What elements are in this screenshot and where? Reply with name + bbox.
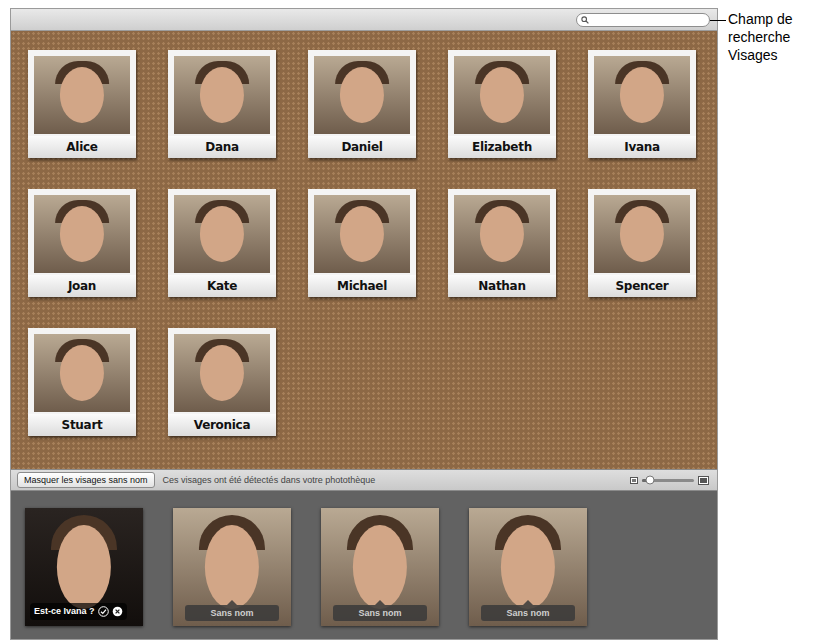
face-photo — [454, 56, 550, 134]
face-name: Michael — [337, 280, 387, 292]
face-name: Dana — [205, 141, 239, 153]
faces-search-field[interactable] — [576, 13, 710, 27]
face-card[interactable]: Joan — [28, 189, 136, 297]
face-photo — [314, 56, 410, 134]
small-thumb-icon — [630, 477, 638, 484]
face-label: Alice — [28, 136, 136, 158]
face-shape — [501, 525, 555, 610]
face-shape — [200, 206, 244, 262]
face-shape — [60, 345, 104, 401]
face-shape — [340, 67, 384, 123]
face-photo — [594, 56, 690, 134]
reject-icon[interactable] — [112, 606, 123, 617]
face-name: Nathan — [478, 280, 525, 292]
face-card[interactable]: Spencer — [588, 189, 696, 297]
face-photo — [314, 195, 410, 273]
face-shape — [480, 206, 524, 262]
face-shape — [620, 206, 664, 262]
face-name: Stuart — [62, 419, 103, 431]
top-bar — [11, 9, 717, 31]
callout-line — [710, 20, 726, 21]
hide-unnamed-label: Masquer les visages sans nom — [24, 476, 148, 485]
face-label: Daniel — [308, 136, 416, 158]
face-label: Kate — [168, 275, 276, 297]
unnamed-label: Sans nom — [358, 609, 401, 618]
face-label: Spencer — [588, 275, 696, 297]
unnamed-face[interactable]: Sans nom — [173, 508, 291, 626]
face-name: Veronica — [194, 419, 250, 431]
face-photo — [34, 56, 130, 134]
face-shape — [480, 67, 524, 123]
faces-window: Alice Dana Daniel Elizabeth Ivana Joan Kate Mic… — [10, 8, 718, 640]
unnamed-face[interactable]: Sans nom — [321, 508, 439, 626]
face-label: Ivana — [588, 136, 696, 158]
face-shape — [200, 345, 244, 401]
unnamed-faces-area: Est-ce Ivana ? Sans nom Sans nom Sans nom — [11, 491, 717, 639]
slider-track[interactable] — [642, 479, 694, 482]
face-shape — [200, 67, 244, 123]
face-shape — [353, 525, 407, 610]
face-shape — [57, 525, 111, 610]
face-label: Joan — [28, 275, 136, 297]
face-shape — [340, 206, 384, 262]
slider-knob[interactable] — [645, 476, 654, 485]
face-photo — [594, 195, 690, 273]
face-photo — [174, 195, 270, 273]
face-shape — [205, 525, 259, 610]
suggestion-label: Est-ce Ivana ? — [34, 607, 95, 616]
face-label: Nathan — [448, 275, 556, 297]
face-card[interactable]: Kate — [168, 189, 276, 297]
face-photo — [454, 195, 550, 273]
search-callout: Champ de recherche Visages — [718, 10, 814, 643]
unnamed-toolbar: Masquer les visages sans nom Ces visages … — [11, 469, 717, 491]
face-name: Kate — [207, 280, 237, 292]
face-photo — [174, 334, 270, 412]
face-shape — [60, 67, 104, 123]
face-photo — [34, 195, 130, 273]
face-shape — [620, 67, 664, 123]
face-photo — [174, 56, 270, 134]
face-label: Elizabeth — [448, 136, 556, 158]
unnamed-face[interactable]: Sans nom — [469, 508, 587, 626]
face-label: Veronica — [168, 414, 276, 436]
face-card[interactable]: Ivana — [588, 50, 696, 158]
hide-unnamed-button[interactable]: Masquer les visages sans nom — [17, 472, 155, 488]
face-label: Michael — [308, 275, 416, 297]
face-name: Elizabeth — [472, 141, 532, 153]
named-faces-grid: Alice Dana Daniel Elizabeth Ivana Joan Kate Mic… — [28, 50, 717, 436]
face-name: Daniel — [341, 141, 382, 153]
info-text: Ces visages ont été détectés dans votre … — [163, 476, 622, 485]
face-card[interactable]: Dana — [168, 50, 276, 158]
face-shape — [60, 206, 104, 262]
face-name: Spencer — [616, 280, 669, 292]
face-name: Alice — [66, 141, 97, 153]
face-name: Joan — [68, 280, 96, 292]
suggestion-pill: Est-ce Ivana ? — [30, 603, 127, 620]
face-card[interactable]: Alice — [28, 50, 136, 158]
face-card[interactable]: Daniel — [308, 50, 416, 158]
face-photo — [34, 334, 130, 412]
name-field[interactable]: Sans nom — [185, 605, 279, 621]
face-card[interactable]: Michael — [308, 189, 416, 297]
face-card[interactable]: Stuart — [28, 328, 136, 436]
size-slider — [630, 476, 709, 485]
name-field[interactable]: Sans nom — [481, 605, 575, 621]
callout-text: Champ de recherche Visages — [726, 10, 814, 64]
face-card[interactable]: Nathan — [448, 189, 556, 297]
face-label: Stuart — [28, 414, 136, 436]
magnifier-icon — [581, 16, 589, 24]
large-thumb-icon — [698, 476, 709, 485]
unnamed-label: Sans nom — [506, 609, 549, 618]
face-card[interactable]: Veronica — [168, 328, 276, 436]
face-card[interactable]: Elizabeth — [448, 50, 556, 158]
confirm-icon[interactable] — [98, 606, 109, 617]
unnamed-face[interactable]: Est-ce Ivana ? — [25, 508, 143, 626]
face-label: Dana — [168, 136, 276, 158]
corkboard: Alice Dana Daniel Elizabeth Ivana Joan Kate Mic… — [11, 31, 717, 469]
unnamed-label: Sans nom — [210, 609, 253, 618]
name-field[interactable]: Sans nom — [333, 605, 427, 621]
face-name: Ivana — [624, 141, 660, 153]
